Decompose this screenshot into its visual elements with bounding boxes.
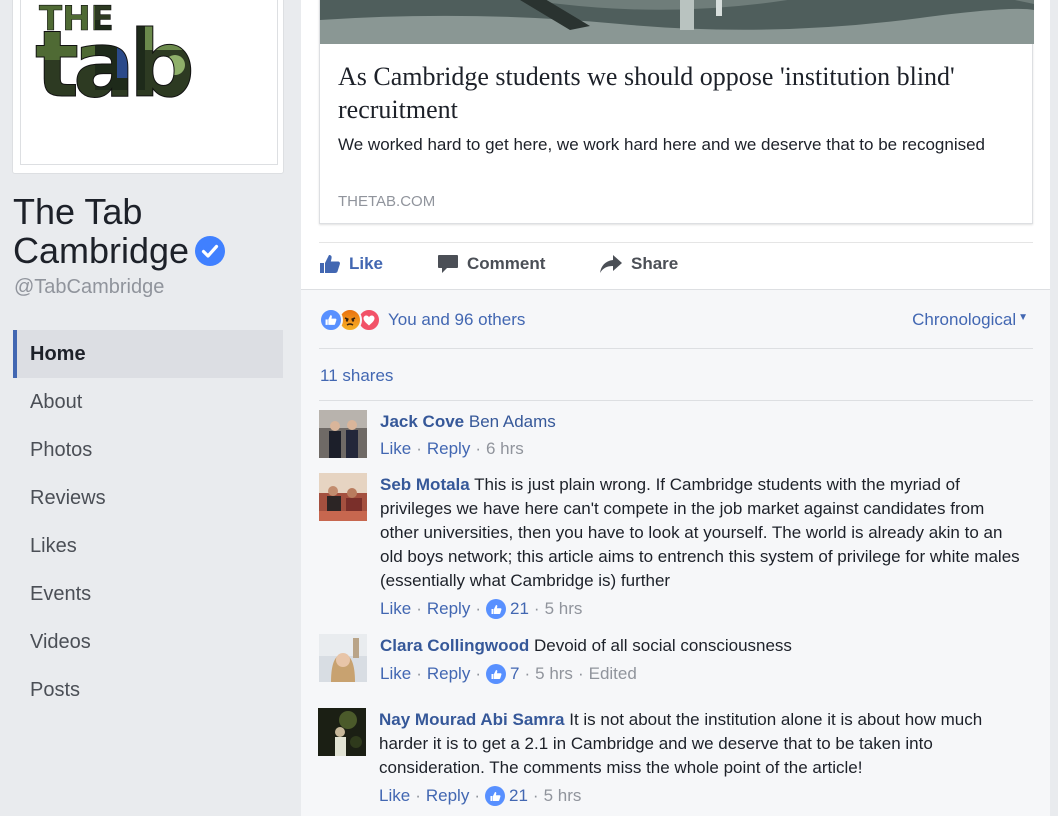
page-title[interactable]: The Tab Cambridge <box>13 192 293 270</box>
page-sidebar: THE tab The Tab Cambridge @TabCambridge … <box>0 0 300 816</box>
comment-text: Nay Mourad Abi Samra It is not about the… <box>379 710 983 777</box>
thumbs-up-icon <box>486 664 506 684</box>
comment-text: Jack Cove Ben Adams <box>380 410 1020 434</box>
link-description: We worked hard to get here, we work hard… <box>338 135 986 154</box>
nav-item-events[interactable]: Events <box>13 570 283 618</box>
avatar[interactable] <box>319 634 367 682</box>
avatar[interactable] <box>319 473 367 521</box>
nav-item-likes[interactable]: Likes <box>13 522 283 570</box>
comment-button[interactable]: Comment <box>437 254 1058 274</box>
thumbs-up-icon <box>486 599 506 619</box>
avatar[interactable] <box>319 410 367 458</box>
comment-meta: Like · Reply · 6 hrs <box>380 439 524 459</box>
comment-like-count[interactable]: 21 <box>485 786 528 806</box>
nav-item-posts[interactable]: Posts <box>13 666 283 714</box>
comments-section: You and 96 others Chronological ▼ 11 shar… <box>301 289 1050 816</box>
divider <box>319 400 1033 401</box>
comment-timestamp[interactable]: 6 hrs <box>486 439 524 459</box>
nav-item-about[interactable]: About <box>13 378 283 426</box>
comment-like-link[interactable]: Like <box>380 664 411 684</box>
share-arrow-icon <box>600 255 622 273</box>
nav-item-home[interactable]: Home <box>13 330 283 378</box>
link-title[interactable]: As Cambridge students we should oppose '… <box>338 60 1008 126</box>
comment-sort-dropdown[interactable]: Chronological ▼ <box>912 310 1028 330</box>
like-reaction-icon <box>319 308 343 332</box>
like-button[interactable]: Like <box>319 254 383 274</box>
comment-meta: Like · Reply · 21 · 5 hrs <box>380 599 583 619</box>
post-container: As Cambridge students we should oppose '… <box>301 0 1050 816</box>
comment-reply-link[interactable]: Reply <box>427 664 470 684</box>
nav-item-photos[interactable]: Photos <box>13 426 283 474</box>
comment-author[interactable]: Jack Cove <box>380 412 464 431</box>
tagged-user[interactable]: Ben Adams <box>469 412 556 431</box>
comment-author[interactable]: Clara Collingwood <box>380 636 529 655</box>
comment-meta: Like · Reply · 21 · 5 hrs <box>379 786 582 806</box>
edited-label[interactable]: Edited <box>589 664 637 684</box>
nav-item-reviews[interactable]: Reviews <box>13 474 283 522</box>
comment-timestamp[interactable]: 5 hrs <box>544 786 582 806</box>
verified-badge-icon <box>195 236 226 266</box>
page-nav: Home About Photos Reviews Likes Events V… <box>13 330 283 714</box>
thumbs-up-icon <box>320 255 340 273</box>
comment-meta: Like · Reply · 7 · 5 hrs · Edited <box>380 664 637 684</box>
avatar[interactable] <box>318 708 366 756</box>
post-action-bar: Like Comment Share <box>319 246 1033 286</box>
thumbs-up-icon <box>485 786 505 806</box>
comment-reply-link[interactable]: Reply <box>427 439 470 459</box>
divider <box>319 348 1033 349</box>
profile-picture-card[interactable]: THE tab <box>12 0 284 174</box>
comment-reply-link[interactable]: Reply <box>427 599 470 619</box>
caret-down-icon: ▼ <box>1018 312 1028 323</box>
page-handle[interactable]: @TabCambridge <box>14 276 164 299</box>
link-domain: THETAB.COM <box>338 193 436 210</box>
nav-item-videos[interactable]: Videos <box>13 618 283 666</box>
share-label: Share <box>631 254 679 273</box>
profile-picture[interactable]: THE tab <box>20 0 278 165</box>
link-preview-card[interactable]: As Cambridge students we should oppose '… <box>319 0 1034 224</box>
comment-timestamp[interactable]: 5 hrs <box>545 599 583 619</box>
link-preview-image[interactable] <box>320 0 1034 44</box>
comment-label: Comment <box>467 254 546 273</box>
shares-count[interactable]: 11 shares <box>320 366 393 386</box>
divider <box>319 242 1033 243</box>
comment-reply-link[interactable]: Reply <box>426 786 469 806</box>
the-tab-logo: THE tab <box>35 0 198 100</box>
svg-text:tab: tab <box>35 11 191 100</box>
comment-text: Clara Collingwood Devoid of all social c… <box>380 636 792 655</box>
comment-like-count[interactable]: 7 <box>486 664 519 684</box>
comment-like-count[interactable]: 21 <box>486 599 529 619</box>
like-label: Like <box>349 254 384 273</box>
comment-like-link[interactable]: Like <box>380 439 411 459</box>
reactions-count[interactable]: You and 96 others <box>388 310 525 330</box>
comment-like-link[interactable]: Like <box>379 786 410 806</box>
reactions-summary[interactable]: You and 96 others <box>319 308 525 332</box>
comment-timestamp[interactable]: 5 hrs <box>535 664 573 684</box>
comment-author[interactable]: Seb Motala <box>380 475 470 494</box>
comment-text: Seb Motala This is just plain wrong. If … <box>380 475 1020 590</box>
comment-author[interactable]: Nay Mourad Abi Samra <box>379 710 564 729</box>
comment-icon <box>438 255 458 273</box>
river-photo <box>320 0 1034 44</box>
comment-like-link[interactable]: Like <box>380 599 411 619</box>
share-button[interactable]: Share <box>599 254 678 274</box>
